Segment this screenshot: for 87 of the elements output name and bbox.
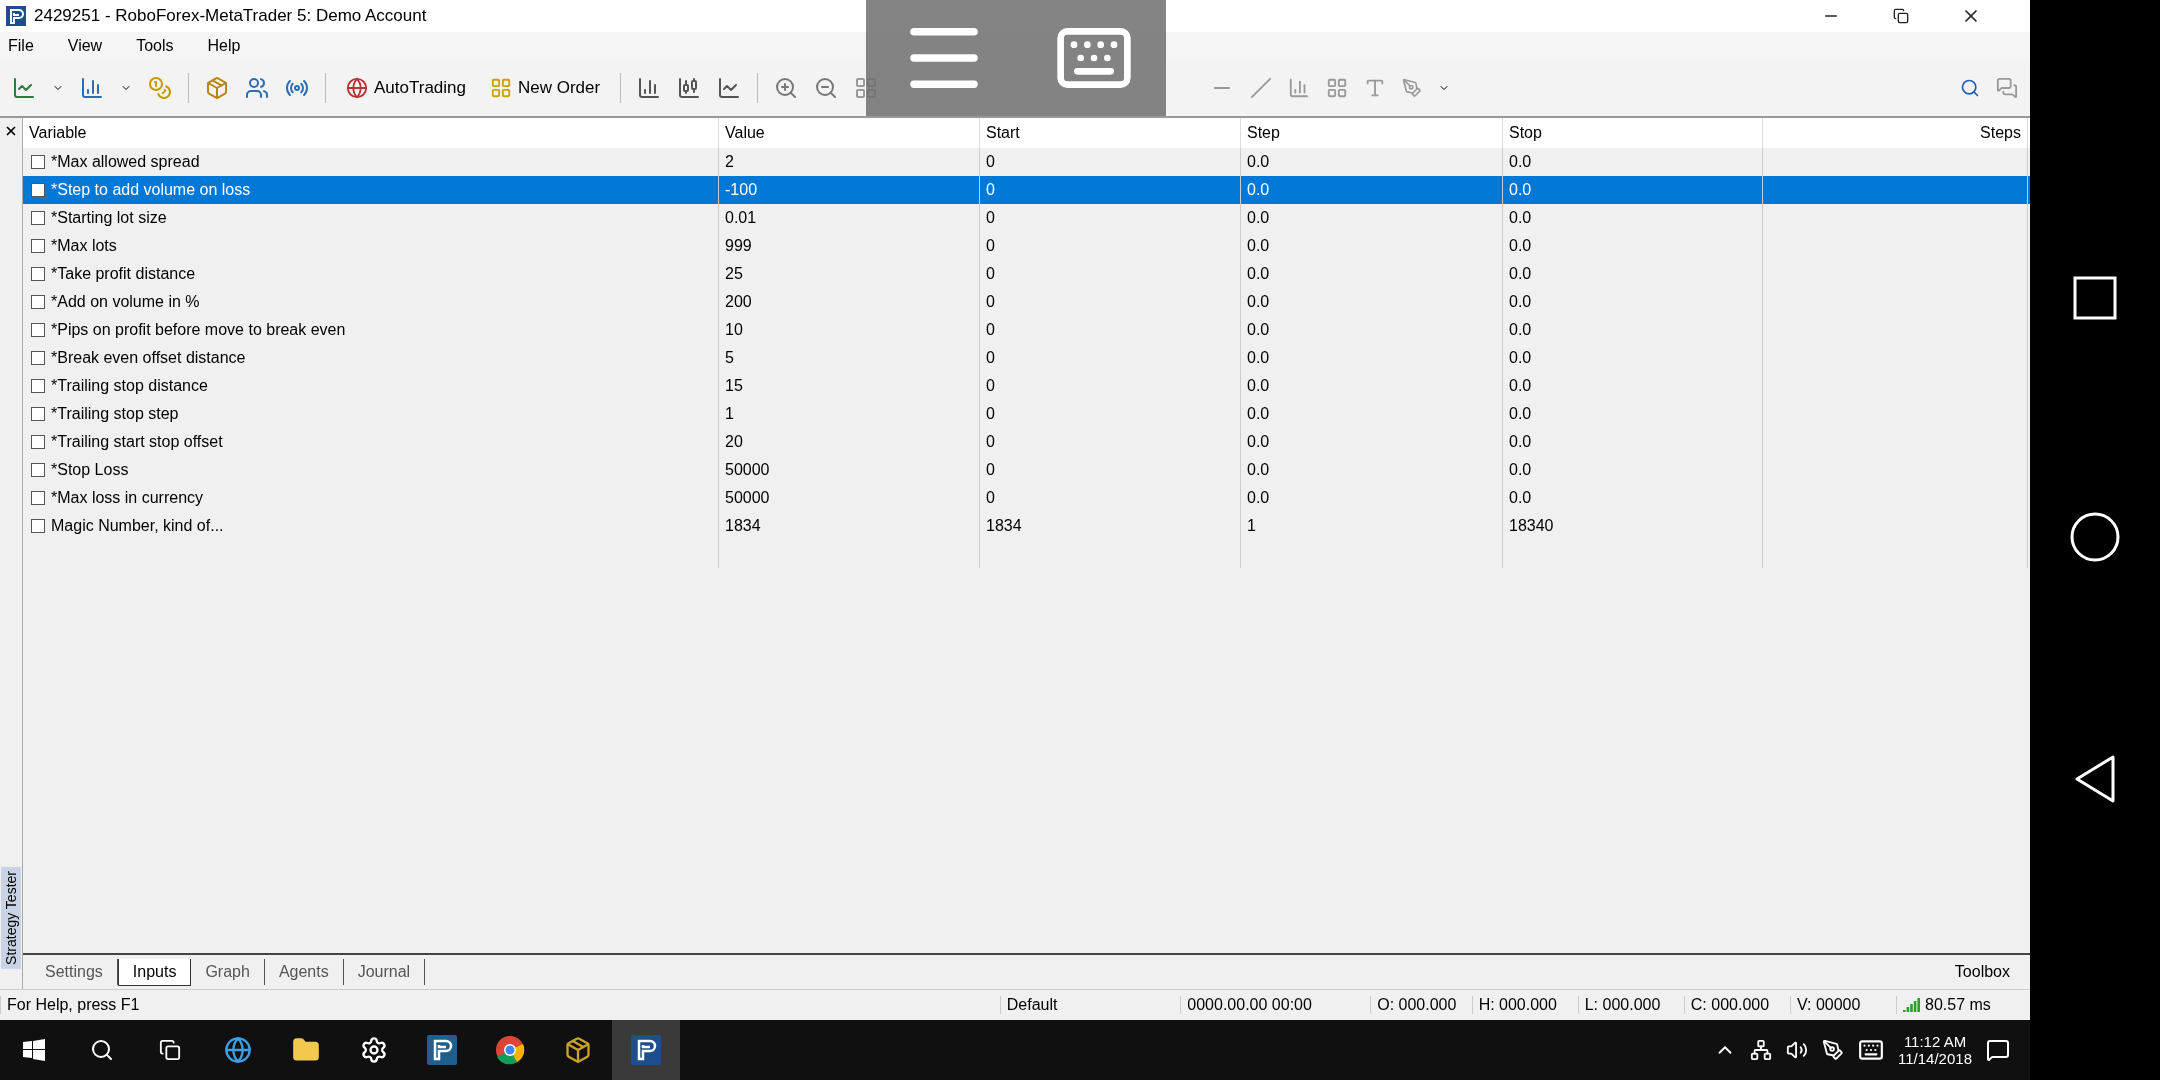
browser-logo-icon[interactable] xyxy=(495,1035,525,1065)
autotrading-button[interactable]: AutoTrading xyxy=(342,75,470,101)
clock-date: 11/14/2018 xyxy=(1898,1050,1972,1067)
table-row[interactable]: *Step to add volume on loss -100 0 0.0 0.0 xyxy=(23,176,2030,204)
panel-title: Strategy Tester xyxy=(1,867,21,969)
checkbox[interactable] xyxy=(31,323,45,337)
trend-line-icon[interactable] xyxy=(1250,77,1273,99)
notification-icon[interactable] xyxy=(1986,1038,2010,1062)
window-title: 2429251 - RoboForex-MetaTrader 5: Demo Account xyxy=(34,6,428,26)
gear-icon[interactable] xyxy=(360,1036,388,1064)
pen-icon[interactable] xyxy=(1822,1039,1845,1061)
checkbox[interactable] xyxy=(31,379,45,393)
new-order-button[interactable]: New Order xyxy=(486,75,605,101)
table-cell: *Take profit distance xyxy=(51,265,196,283)
volume-icon[interactable] xyxy=(1786,1039,1809,1061)
status-text: V: 00000 xyxy=(1789,996,1896,1014)
status-text: O: 000.000 xyxy=(1370,996,1472,1014)
bar-chart-icon[interactable] xyxy=(637,76,662,100)
status-text: Default xyxy=(999,996,1181,1014)
table-cell: *Add on volume in % xyxy=(51,293,200,311)
checkbox[interactable] xyxy=(31,183,45,197)
checkbox[interactable] xyxy=(31,155,45,169)
status-text: H: 000.000 xyxy=(1471,996,1578,1014)
windows-logo-icon[interactable] xyxy=(23,1039,45,1061)
status-text: 0000.00.00 00:00 xyxy=(1180,996,1371,1014)
users-icon[interactable] xyxy=(245,76,269,100)
table-cell: *Starting lot size xyxy=(51,209,167,227)
toolbox-label[interactable]: Toolbox xyxy=(1954,963,2010,981)
table-cell: *Max lots xyxy=(51,237,117,255)
checkbox[interactable] xyxy=(31,435,45,449)
status-text: C: 000.000 xyxy=(1683,996,1790,1014)
grid-icon[interactable] xyxy=(1326,77,1349,99)
app-logo-icon[interactable] xyxy=(427,1035,457,1065)
search-icon[interactable] xyxy=(90,1038,114,1062)
menu-item[interactable]: View xyxy=(67,37,103,55)
globe-icon[interactable] xyxy=(224,1036,252,1064)
restore-icon[interactable] xyxy=(1893,8,1909,24)
checkbox[interactable] xyxy=(31,519,45,533)
candlestick-icon[interactable] xyxy=(677,76,702,100)
recent-apps-icon[interactable] xyxy=(2073,275,2117,320)
close-icon[interactable] xyxy=(4,124,18,138)
back-icon[interactable] xyxy=(2073,754,2117,805)
checkbox[interactable] xyxy=(31,407,45,421)
keyboard-icon[interactable] xyxy=(1858,1037,1885,1063)
clock-time: 11:12 AM xyxy=(1903,1033,1967,1050)
table-cell: *Trailing start stop offset xyxy=(51,433,223,451)
table-cell: *Break even offset distance xyxy=(51,349,246,367)
new-chart-icon[interactable] xyxy=(12,76,36,100)
checkbox[interactable] xyxy=(31,463,45,477)
menu-item[interactable]: File xyxy=(8,37,34,55)
task-view-icon[interactable] xyxy=(159,1039,181,1061)
tab[interactable]: Inputs xyxy=(117,958,192,986)
checkbox[interactable] xyxy=(31,239,45,253)
taskbar-button[interactable] xyxy=(612,1020,680,1080)
network-icon[interactable] xyxy=(1750,1039,1773,1061)
folder-icon[interactable] xyxy=(292,1036,320,1064)
checkbox[interactable] xyxy=(31,267,45,281)
checkbox[interactable] xyxy=(31,491,45,505)
table-cell: *Stop Loss xyxy=(51,461,129,479)
app-logo-icon xyxy=(6,6,26,26)
checkbox[interactable] xyxy=(31,351,45,365)
line-chart-icon[interactable] xyxy=(717,76,742,100)
tab[interactable]: Journal xyxy=(343,959,426,985)
status-text: For Help, press F1 xyxy=(0,996,1000,1014)
zoom-out-icon[interactable] xyxy=(814,76,839,100)
checkbox[interactable] xyxy=(31,295,45,309)
status-text: 80.57 ms xyxy=(1896,996,2030,1014)
tab[interactable]: Settings xyxy=(31,959,118,985)
table-cell: *Trailing stop distance xyxy=(51,377,208,395)
home-icon[interactable] xyxy=(2069,511,2121,563)
tab[interactable]: Agents xyxy=(264,959,344,985)
menu-item[interactable]: Help xyxy=(207,37,241,55)
zoom-in-icon[interactable] xyxy=(774,76,799,100)
table-cell: *Max loss in currency xyxy=(51,489,204,507)
table-cell: *Pips on profit before move to break even xyxy=(51,321,346,339)
tab[interactable]: Graph xyxy=(191,959,265,985)
table-cell: *Max allowed spread xyxy=(51,153,200,171)
package-icon[interactable] xyxy=(564,1036,592,1064)
signal-bars-icon xyxy=(1903,998,1921,1012)
table-cell: *Step to add volume on loss xyxy=(51,181,251,199)
checkbox[interactable] xyxy=(31,211,45,225)
status-text: L: 000.000 xyxy=(1577,996,1684,1014)
app-logo-icon[interactable] xyxy=(631,1035,661,1065)
table-cell: *Trailing stop step xyxy=(51,405,179,423)
table-cell: Magic Number, kind of... xyxy=(51,517,224,535)
chat-icon[interactable] xyxy=(1996,77,2018,99)
menu-item[interactable]: Tools xyxy=(136,37,174,55)
